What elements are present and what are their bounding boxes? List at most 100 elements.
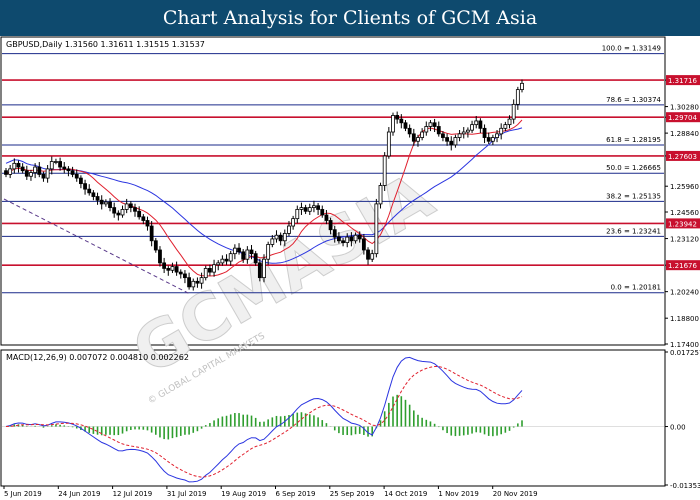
candle-body <box>87 188 92 194</box>
fib-label: 23.6 = 1.23241 <box>606 227 661 235</box>
candle-body <box>520 82 524 91</box>
sr-axis-label: 1.29704 <box>668 114 697 122</box>
candle-body <box>16 162 21 168</box>
candle-body <box>391 115 395 133</box>
price-tick-label: 1.17400 <box>670 341 699 349</box>
candle-body <box>216 262 221 266</box>
candle-body <box>83 183 87 190</box>
candle-body <box>374 203 379 255</box>
candle-body <box>424 126 429 133</box>
chart-symbol-header: GBPUSD,Daily 1.31560 1.31611 1.31515 1.3… <box>6 40 205 49</box>
candle-body <box>195 280 200 284</box>
candle-body <box>320 209 325 216</box>
sr-axis-label: 1.21676 <box>668 262 697 270</box>
candle-body <box>453 137 458 146</box>
candle-body <box>282 232 287 242</box>
candle-body <box>257 262 262 279</box>
candle-body <box>490 137 495 142</box>
candle-body <box>278 234 283 242</box>
candle-body <box>407 127 412 135</box>
candle-body <box>66 168 71 172</box>
chart-banner-title: Chart Analysis for Clients of GCM Asia <box>0 0 700 36</box>
macd-tick-label: 0.017257 <box>670 349 700 357</box>
fib-label: 50.0 = 1.26665 <box>606 164 661 172</box>
price-pane-frame <box>0 36 666 346</box>
candle-body <box>299 207 304 210</box>
candle-body <box>8 168 13 175</box>
candle-body <box>499 127 504 135</box>
candle-body <box>174 266 179 273</box>
price-tick-label: 1.20240 <box>670 289 699 297</box>
candle-body <box>253 253 258 264</box>
candle-body <box>441 133 445 138</box>
time-tick-label: 24 Jun 2019 <box>58 490 100 498</box>
time-tick-label: 12 Jul 2019 <box>113 490 153 498</box>
candle-body <box>199 277 204 284</box>
candle-body <box>220 258 225 264</box>
candle-body <box>166 268 171 271</box>
candle-body <box>403 122 408 129</box>
candle-body <box>245 249 250 260</box>
candle-body <box>149 225 154 242</box>
candle-body <box>20 166 25 172</box>
candle-body <box>378 185 383 205</box>
candle-body <box>224 258 229 262</box>
macd-tick-label: -0.013538 <box>670 482 700 490</box>
candle-body <box>183 273 187 279</box>
candle-body <box>99 199 104 205</box>
candle-body <box>137 210 142 218</box>
candle-body <box>178 271 183 275</box>
price-chart[interactable]: GCMASIA © GLOBAL CAPITAL MARKETS 100.0 =… <box>0 36 700 500</box>
candle-body <box>436 126 441 135</box>
time-tick-label: 5 Jun 2019 <box>4 490 42 498</box>
time-tick-label: 19 Aug 2019 <box>221 490 266 498</box>
candle-body <box>162 262 167 269</box>
candle-body <box>128 203 133 208</box>
candle-body <box>474 120 479 126</box>
candle-body <box>74 174 79 179</box>
candle-body <box>370 253 375 260</box>
candle-body <box>170 266 175 271</box>
candle-body <box>295 209 300 220</box>
candle-body <box>328 220 333 231</box>
candle-body <box>124 203 129 210</box>
candle-body <box>503 124 508 129</box>
candle-body <box>361 238 366 251</box>
price-tick-label: 1.25960 <box>670 183 699 191</box>
candle-body <box>103 201 108 205</box>
candle-body <box>291 218 296 227</box>
candle-body <box>399 118 404 124</box>
candle-body <box>95 196 100 201</box>
time-tick-label: 31 Jul 2019 <box>167 490 207 498</box>
candle-body <box>33 166 38 173</box>
candle-body <box>54 161 58 163</box>
candle-body <box>445 137 449 142</box>
candle-body <box>191 280 196 288</box>
candle-body <box>29 172 33 177</box>
candle-body <box>262 258 266 279</box>
candle-body <box>461 131 466 135</box>
candle-body <box>478 120 483 129</box>
candle-body <box>303 207 308 212</box>
candle-body <box>37 166 42 175</box>
candle-body <box>133 207 137 212</box>
candle-body <box>91 192 96 197</box>
candle-body <box>270 238 275 245</box>
candle-body <box>112 207 117 214</box>
candle-body <box>366 249 370 260</box>
candle-body <box>357 234 362 240</box>
candle-body <box>49 161 54 170</box>
candle-body <box>428 122 433 127</box>
candle-body <box>237 247 241 253</box>
candle-body <box>212 264 216 273</box>
sr-axis-label: 1.27603 <box>668 153 697 161</box>
candle-body <box>266 244 271 260</box>
candle-body <box>382 155 387 186</box>
price-tick-label: 1.18800 <box>670 315 699 323</box>
candle-body <box>395 115 400 120</box>
candle-body <box>324 214 329 221</box>
macd-axis: 0.017257 0.00 -0.013538 <box>665 349 700 490</box>
candle-body <box>287 225 291 234</box>
candle-body <box>466 129 470 133</box>
price-tick-label: 1.28840 <box>670 130 699 138</box>
